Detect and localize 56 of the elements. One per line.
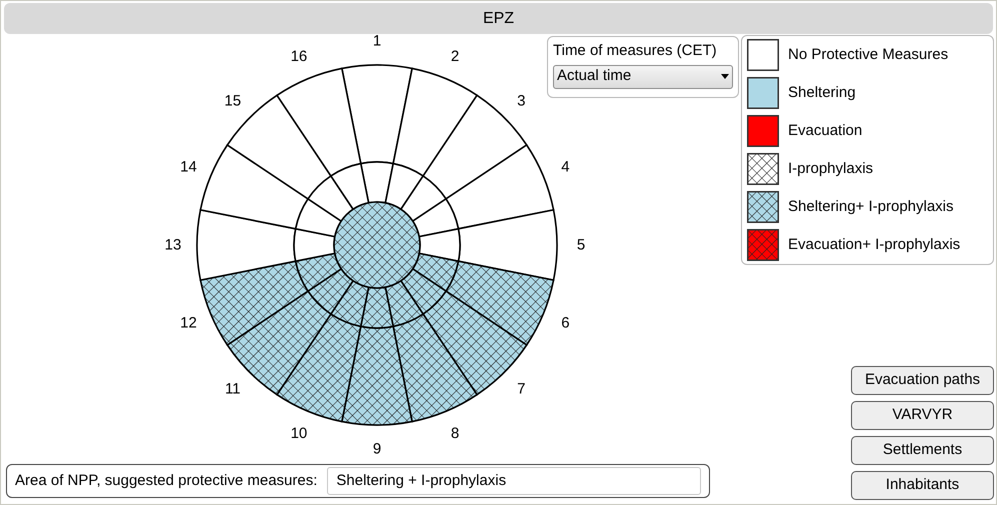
inner-zone-sector[interactable] — [412, 198, 460, 238]
inner-zone-sector[interactable] — [294, 252, 342, 292]
sector-number: 6 — [561, 314, 570, 332]
action-button[interactable]: Inhabitants — [851, 471, 994, 500]
sector-number: 5 — [576, 236, 586, 254]
sector-number: 3 — [517, 92, 526, 110]
outer-zone-sector[interactable] — [226, 94, 332, 200]
sector-number: 8 — [450, 424, 460, 442]
sector-number: 2 — [450, 48, 460, 66]
action-button[interactable]: VARVYR — [851, 401, 994, 430]
inner-zone-sector[interactable] — [384, 280, 424, 328]
inner-zone-sector[interactable] — [384, 162, 424, 210]
sector-number: 16 — [290, 48, 308, 66]
inner-zone-sector[interactable] — [294, 198, 342, 238]
sector-number: 12 — [180, 314, 197, 332]
outer-zone-sector[interactable] — [341, 326, 413, 426]
inner-zone-sector[interactable] — [330, 162, 370, 210]
legend-label: No Protective Measures — [788, 44, 948, 65]
legend-label: Evacuation — [788, 120, 862, 141]
time-dropdown[interactable]: Actual time — [553, 64, 733, 88]
center-zone[interactable] — [333, 201, 421, 289]
inner-zone-sector[interactable] — [412, 252, 460, 292]
sector-number: 15 — [224, 92, 242, 110]
sector-number: 7 — [517, 380, 526, 398]
outer-zone-sector[interactable] — [422, 290, 528, 396]
outer-zone-sector[interactable] — [196, 209, 296, 281]
outer-zone-sector[interactable] — [226, 290, 332, 396]
sector-number: 1 — [372, 32, 382, 50]
inner-zone-sector[interactable] — [360, 286, 394, 329]
inner-zone-sector[interactable] — [400, 175, 447, 222]
inner-zone-sector[interactable] — [418, 228, 461, 262]
inner-zone-sector[interactable] — [307, 175, 354, 222]
outer-zone-sector[interactable] — [341, 64, 413, 164]
sector-number: 9 — [372, 440, 382, 458]
suggested-measures-label: Area of NPP, suggested protective measures: — [15, 470, 318, 491]
legend-label: Sheltering+ I-prophylaxis — [788, 196, 954, 217]
sector-number: 10 — [290, 424, 308, 442]
outer-zone-sector[interactable] — [422, 94, 528, 200]
sector-number: 11 — [224, 380, 241, 398]
sector-number: 13 — [164, 236, 182, 254]
action-button[interactable]: Evacuation paths — [851, 366, 994, 395]
caret-icon — [721, 74, 729, 79]
sector-number: 4 — [561, 158, 570, 176]
window-title: EPZ — [4, 3, 993, 34]
legend-label: Evacuation+ I-prophylaxis — [788, 234, 960, 255]
inner-zone-sector[interactable] — [330, 280, 370, 328]
time-of-measures-label: Time of measures (CET) — [553, 41, 718, 61]
outer-zone-sector[interactable] — [458, 209, 558, 281]
sector-number: 14 — [180, 158, 197, 176]
legend-label: I-prophylaxis — [788, 158, 874, 179]
action-button[interactable]: Settlements — [851, 436, 994, 465]
inner-zone-sector[interactable] — [400, 268, 447, 315]
legend-label: Sheltering — [788, 82, 856, 103]
inner-zone-sector[interactable] — [307, 268, 354, 315]
inner-zone-sector[interactable] — [293, 228, 336, 262]
suggested-measures-field[interactable]: Sheltering + I-prophylaxis — [327, 467, 701, 495]
